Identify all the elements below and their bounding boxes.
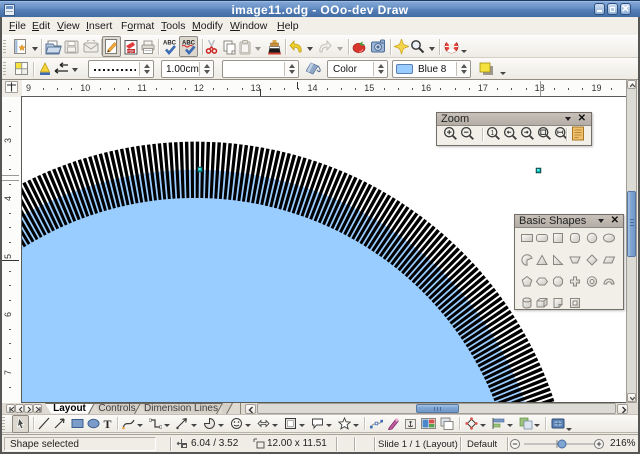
svg-text:PDF: PDF: [127, 49, 135, 53]
svg-text:T: T: [104, 417, 112, 430]
svg-text:1: 1: [491, 130, 495, 137]
svg-text:ABC: ABC: [163, 41, 177, 47]
